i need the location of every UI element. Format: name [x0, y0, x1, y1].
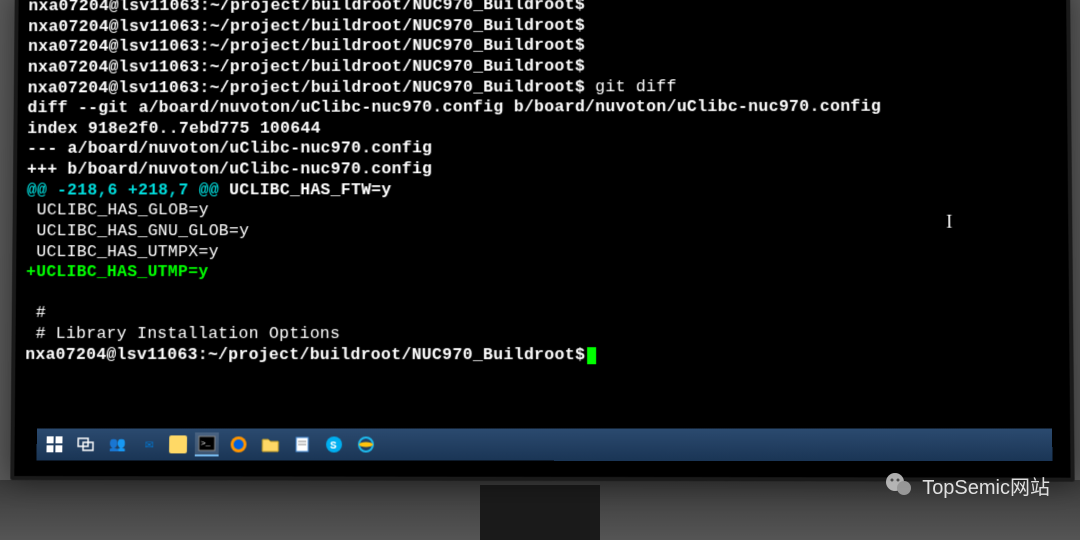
watermark-text: TopSemic网站: [922, 471, 1050, 500]
firefox-icon[interactable]: [227, 432, 251, 456]
diff-context-line: UCLIBC_HAS_GNU_GLOB=y: [26, 221, 1058, 242]
explorer-icon[interactable]: [258, 432, 282, 456]
terminal-cursor: [587, 347, 596, 364]
sticky-icon[interactable]: [169, 435, 187, 453]
wechat-icon: [884, 470, 914, 500]
prompt-user: nxa07204@lsv11063: [28, 0, 200, 15]
prompt-line-current[interactable]: nxa07204@lsv11063:~/project/buildroot/NU…: [25, 345, 1059, 366]
watermark: TopSemic网站: [884, 470, 1050, 500]
diff-index: index 918e2f0..7ebd775 100644: [27, 117, 1057, 139]
diff-file-minus: --- a/board/nuvoton/uClibc-nuc970.config: [27, 138, 1057, 160]
diff-context-line: UCLIBC_HAS_GLOB=y: [27, 200, 1059, 221]
notepad-icon[interactable]: [290, 432, 314, 456]
mouse-text-cursor: I: [946, 212, 952, 233]
monitor-screen: nxa07204@lsv11063:~/project/buildroot/NU…: [10, 0, 1074, 482]
taskbar[interactable]: 👥 ✉ >_ S: [36, 428, 1052, 461]
terminal-window[interactable]: nxa07204@lsv11063:~/project/buildroot/NU…: [15, 0, 1069, 366]
diff-added-line: +UCLIBC_HAS_UTMP=y: [26, 262, 1059, 283]
diff-file-plus: +++ b/board/nuvoton/uClibc-nuc970.config: [27, 158, 1058, 180]
prompt-dollar: $: [575, 0, 585, 14]
terminal-icon[interactable]: >_: [195, 432, 219, 456]
ie-icon[interactable]: [354, 432, 378, 456]
hunk-marker: @@ -218,6 +218,7 @@: [27, 180, 219, 199]
mail-icon[interactable]: ✉: [137, 432, 161, 456]
prompt-path: ~/project/buildroot/NUC970_Buildroot: [210, 0, 575, 15]
git-diff-command: git diff: [595, 77, 677, 96]
prompt-line: nxa07204@lsv11063:~/project/buildroot/NU…: [28, 35, 1057, 58]
task-view-icon[interactable]: [74, 432, 98, 456]
monitor-stand: [480, 485, 600, 540]
blank-line: [26, 283, 1059, 304]
hunk-context: UCLIBC_HAS_FTW=y: [219, 180, 392, 199]
svg-text:S: S: [330, 440, 337, 452]
skype-icon[interactable]: S: [322, 432, 346, 456]
svg-text:>_: >_: [201, 439, 211, 448]
start-icon[interactable]: [42, 432, 66, 456]
diff-comment-line: #: [26, 303, 1059, 324]
prompt-line: nxa07204@lsv11063:~/project/buildroot/NU…: [28, 55, 1057, 78]
diff-header: diff --git a/board/nuvoton/uClibc-nuc970…: [27, 97, 1057, 119]
diff-hunk-header: @@ -218,6 +218,7 @@ UCLIBC_HAS_FTW=y: [27, 179, 1058, 201]
diff-context-line: UCLIBC_HAS_UTMPX=y: [26, 241, 1058, 262]
teams-icon[interactable]: 👥: [106, 432, 130, 456]
command-line: nxa07204@lsv11063:~/project/buildroot/NU…: [28, 76, 1057, 98]
diff-comment-line: # Library Installation Options: [25, 324, 1059, 345]
prompt-line: nxa07204@lsv11063:~/project/buildroot/NU…: [28, 14, 1056, 37]
